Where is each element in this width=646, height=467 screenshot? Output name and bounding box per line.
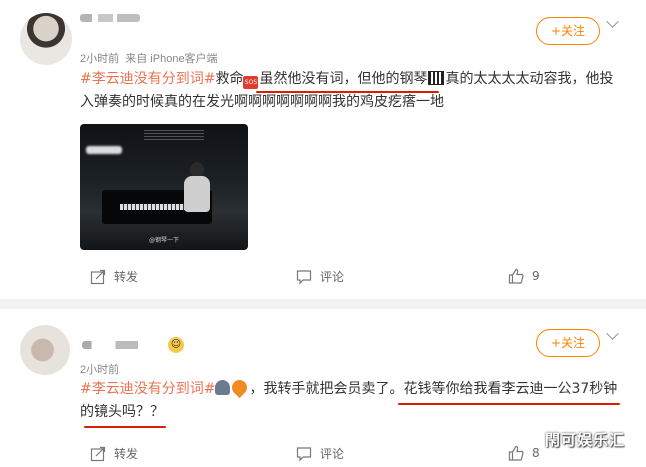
post-time[interactable]: 2小时前 [80,361,119,377]
watermark: 閇可娱乐汇 [545,431,626,449]
like-button[interactable]: 9 [508,268,540,284]
carrot-emoji-icon [229,376,251,399]
post-card: 2小时前 来自 iPhone客户端 +关注 #李云迪没有分到词#救命SOS 虽然他… [0,0,646,299]
comment-label: 评论 [320,270,345,284]
like-button[interactable]: 8 [508,445,540,461]
like-count: 8 [532,446,540,460]
post-source: 来自 iPhone客户端 [125,53,218,65]
comment-icon [296,446,312,461]
action-bar: 转发 评论 9 [0,268,646,290]
post-text-b: 虽然他没有词，但他的钢琴 [259,71,428,87]
emoji-face-icon: ☺ [168,337,184,353]
post-text-a: ，我转手就把会员卖了。 [249,381,404,397]
follow-button[interactable]: +关注 [536,17,600,45]
red-underline [84,426,166,428]
username-redacted[interactable] [82,341,162,349]
ghost-emoji-icon [215,380,231,395]
share-label: 转发 [114,447,139,461]
redacted-badge [86,146,122,154]
avatar[interactable] [20,325,70,375]
like-icon [508,445,524,461]
comment-button[interactable]: 评论 [296,445,344,462]
follow-button[interactable]: +关注 [536,329,600,357]
media-caption: @钢琴一下 [148,237,179,244]
post-time[interactable]: 2小时前 [80,53,119,65]
video-thumbnail[interactable]: @钢琴一下 [80,124,248,250]
comment-label: 评论 [320,447,345,461]
share-button[interactable]: 转发 [90,445,138,462]
comment-button[interactable]: 评论 [296,268,344,285]
avatar[interactable] [20,13,72,65]
post-text-a: 救命 [215,71,244,87]
hashtag-link[interactable]: #李云迪没有分到词# [80,71,215,87]
share-label: 转发 [114,270,139,284]
red-underline [256,91,439,93]
screen-lyrics [144,130,204,140]
like-count: 9 [532,269,540,283]
share-button[interactable]: 转发 [90,268,138,285]
like-icon [508,268,524,284]
pianist-body [184,176,210,212]
red-underline [398,403,620,405]
comment-icon [296,269,312,284]
chevron-down-icon[interactable] [606,15,619,28]
post-text: #李云迪没有分到词# ，我转手就把会员卖了。花钱等你给我看李云迪一公37秒钟的镜头… [80,376,625,424]
username-redacted[interactable] [80,14,140,22]
share-icon [90,269,106,284]
piano-keys [120,204,190,210]
share-icon [90,446,106,461]
sos-emoji-icon: SOS [243,76,259,89]
hashtag-link[interactable]: #李云迪没有分到词# [80,381,215,397]
post-meta: 2小时前 来自 iPhone客户端 [80,50,218,66]
piano-emoji-icon [428,71,445,85]
